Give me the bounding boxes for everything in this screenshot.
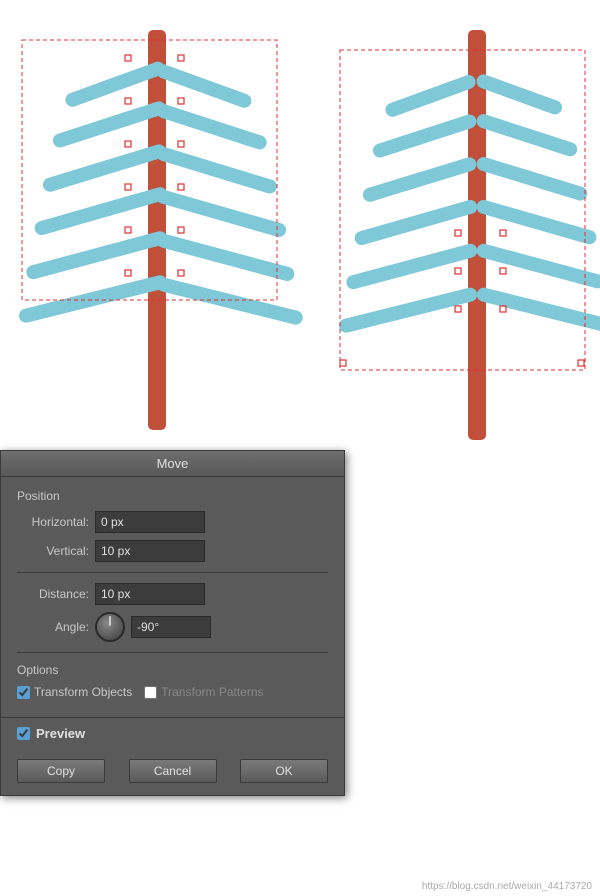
angle-input[interactable] bbox=[131, 616, 211, 638]
distance-input[interactable] bbox=[95, 583, 205, 605]
canvas-area bbox=[0, 0, 600, 450]
copy-button[interactable]: Copy bbox=[17, 759, 105, 783]
ok-button[interactable]: OK bbox=[240, 759, 328, 783]
transform-patterns-checkbox[interactable] bbox=[144, 686, 157, 699]
horizontal-row: Horizontal: bbox=[17, 511, 328, 533]
transform-objects-checkbox[interactable] bbox=[17, 686, 30, 699]
vertical-label: Vertical: bbox=[17, 544, 89, 558]
preview-row: Preview bbox=[1, 717, 344, 749]
button-row: Copy Cancel OK bbox=[1, 749, 344, 795]
position-section-label: Position bbox=[17, 489, 328, 503]
preview-label: Preview bbox=[36, 726, 85, 741]
distance-label: Distance: bbox=[17, 587, 89, 601]
move-dialog: Move Position Horizontal: Vertical: Dist… bbox=[0, 450, 345, 796]
angle-dial[interactable] bbox=[95, 612, 125, 642]
options-section: Options Transform Objects Transform Patt… bbox=[17, 663, 328, 699]
vertical-row: Vertical: bbox=[17, 540, 328, 562]
trees-svg bbox=[0, 0, 600, 450]
angle-label: Angle: bbox=[17, 620, 89, 634]
angle-row: Angle: bbox=[17, 612, 328, 642]
divider-1 bbox=[17, 572, 328, 573]
horizontal-input[interactable] bbox=[95, 511, 205, 533]
distance-row: Distance: bbox=[17, 583, 328, 605]
options-section-label: Options bbox=[17, 663, 328, 677]
transform-objects-row: Transform Objects Transform Patterns bbox=[17, 685, 328, 699]
horizontal-label: Horizontal: bbox=[17, 515, 89, 529]
dialog-title: Move bbox=[1, 451, 344, 477]
cancel-button[interactable]: Cancel bbox=[129, 759, 217, 783]
dialog-body: Position Horizontal: Vertical: Distance:… bbox=[1, 477, 344, 717]
divider-2 bbox=[17, 652, 328, 653]
transform-patterns-label: Transform Patterns bbox=[161, 685, 263, 699]
preview-checkbox[interactable] bbox=[17, 727, 30, 740]
vertical-input[interactable] bbox=[95, 540, 205, 562]
watermark: https://blog.csdn.net/weixin_44173720 bbox=[422, 881, 592, 892]
transform-objects-label: Transform Objects bbox=[34, 685, 132, 699]
